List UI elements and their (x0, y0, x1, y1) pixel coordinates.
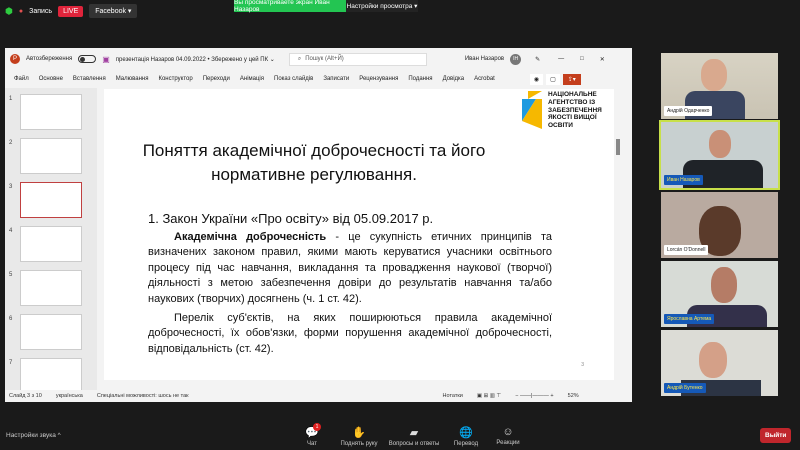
slide-heading: 1. Закон України «Про освіту» від 05.09.… (148, 211, 434, 226)
slide-thumbnail-selected[interactable] (20, 182, 82, 218)
tab-home[interactable]: Основне (34, 76, 68, 82)
participant-video[interactable]: Андрій Одарченко (661, 53, 778, 119)
participant-name: Андрій Одарченко (664, 106, 713, 116)
tab-draw[interactable]: Малювання (111, 76, 154, 82)
save-icon[interactable]: ▣ (102, 55, 110, 64)
tab-transitions[interactable]: Переходи (198, 76, 235, 82)
thumb-number: 5 (9, 272, 13, 278)
hand-icon: ✋ (352, 427, 366, 439)
thumb-number: 2 (9, 140, 13, 146)
participant-video[interactable]: Lorcán O'Donnell (661, 192, 778, 258)
participant-video[interactable]: Ярославна Артема (661, 261, 778, 327)
powerpoint-icon: P (10, 54, 20, 64)
naqa-logo: НАЦІОНАЛЬНЕ АГЕНТСТВО ІЗ ЗАБЕЗПЕЧЕННЯ ЯК… (522, 91, 614, 130)
notes-button[interactable]: Нотатки (443, 393, 463, 399)
search-icon: ⌕ (297, 55, 302, 62)
ribbon-tabs: Файл Основне Вставлення Малювання Констр… (5, 70, 632, 88)
logo-icon (522, 91, 542, 130)
globe-icon: 🌐 (459, 427, 473, 439)
accessibility-status[interactable]: Спеціальні можливості: шось не так (97, 393, 189, 399)
slide-thumbnail[interactable] (20, 270, 82, 306)
avatar[interactable]: ІН (510, 53, 522, 65)
live-badge: LIVE (58, 5, 84, 17)
tab-design[interactable]: Конструктор (153, 76, 197, 82)
thumb-number: 4 (9, 228, 13, 234)
slide-thumbnails: 1 2 3 4 5 6 7 (5, 88, 97, 394)
tab-help[interactable]: Довідка (438, 76, 470, 82)
participant-name: Андрій Бутенко (664, 383, 706, 393)
paragraph-2: Перелік суб'єктів, на яких поширюються п… (148, 311, 552, 355)
slide-canvas[interactable]: НАЦІОНАЛЬНЕ АГЕНТСТВО ІЗ ЗАБЕЗПЕЧЕННЯ ЯК… (104, 89, 622, 380)
thumb-number: 6 (9, 316, 13, 322)
share-banner: Вы просматриваете экран Иван Назаров Нас… (234, 0, 418, 13)
participant-name: Lorcán O'Donnell (664, 245, 709, 255)
record-label: Запись (29, 7, 53, 15)
powerpoint-window: P Автозбереження ▣ презентація Назаров 0… (5, 48, 632, 402)
record-button[interactable]: ◉ (529, 73, 544, 85)
tab-view[interactable]: Подання (403, 76, 437, 82)
vertical-scrollbar[interactable] (614, 89, 622, 380)
tab-file[interactable]: Файл (9, 76, 34, 82)
slide-thumbnail[interactable] (20, 358, 82, 394)
sharing-notice: Вы просматриваете экран Иван Назаров (234, 0, 346, 13)
translate-button[interactable]: 🌐 Перевод (448, 426, 484, 447)
term: Академічна доброчесність (174, 231, 327, 243)
meeting-toolbar: Настройки звука ^ 💬 Чат 1 ✋ Поднять руку ▰… (0, 420, 800, 450)
slide-thumbnail[interactable] (20, 138, 82, 174)
tab-acrobat[interactable]: Acrobat (469, 76, 500, 82)
autosave-toggle[interactable] (78, 55, 97, 63)
slide-page-number: 3 (581, 362, 584, 368)
slide-title: Поняття академічної доброчесності та йог… (142, 141, 486, 184)
qa-icon: ▰ (409, 427, 419, 439)
meeting-status-bar: ⬢ ● Запись LIVE Facebook ▾ (5, 4, 138, 18)
reactions-button[interactable]: ☺ Реакции (490, 426, 526, 446)
share-button[interactable]: ⇪▾ (562, 73, 581, 85)
normal-view-icon[interactable]: ▣ ⊞ ▥ ⊤ (477, 393, 501, 399)
zoom-slider[interactable]: − ——|——— + (515, 393, 553, 399)
autosave-label: Автозбереження (26, 56, 73, 62)
user-name: Иван Назаров (464, 56, 505, 62)
status-bar: Слайд 3 з 10 українська Спеціальні можли… (5, 390, 632, 402)
view-options-button[interactable]: Настройки просмотра ▾ (346, 0, 418, 12)
maximize-button[interactable]: □ (580, 56, 584, 62)
thumb-number: 3 (9, 184, 13, 190)
stream-dropdown[interactable]: Facebook ▾ (89, 4, 138, 18)
tab-slideshow[interactable]: Показ слайдів (269, 76, 318, 82)
qa-button[interactable]: ▰ Вопросы и ответы (384, 426, 444, 447)
raise-hand-button[interactable]: ✋ Поднять руку (336, 426, 382, 447)
tab-review[interactable]: Рецензування (354, 76, 403, 82)
chat-button[interactable]: 💬 Чат 1 (300, 423, 324, 447)
audio-settings-button[interactable]: Настройки звука ^ (6, 432, 61, 439)
tab-insert[interactable]: Вставлення (68, 76, 111, 82)
shield-icon: ⬢ (5, 5, 13, 16)
slide-thumbnail[interactable] (20, 226, 82, 262)
participant-video[interactable]: Андрій Бутенко (661, 330, 778, 396)
slide-counter: Слайд 3 з 10 (9, 393, 42, 399)
thumb-number: 1 (9, 96, 13, 102)
leave-button[interactable]: Выйти (760, 428, 792, 443)
participant-name: Ярославна Артема (664, 314, 715, 324)
slide-thumbnail[interactable] (20, 314, 82, 350)
file-name[interactable]: презентація Назаров 04.09.2022 • Збереже… (116, 56, 275, 63)
language[interactable]: українська (56, 393, 83, 399)
title-bar: P Автозбереження ▣ презентація Назаров 0… (5, 48, 632, 70)
chat-badge: 1 (313, 423, 321, 431)
zoom-level[interactable]: 52% (568, 393, 579, 399)
comments-button[interactable]: ▢ (546, 73, 560, 85)
close-button[interactable]: ✕ (600, 56, 605, 63)
search-input[interactable]: ⌕ Пошук (Alt+Й) (288, 52, 427, 66)
tab-record[interactable]: Записати (318, 76, 354, 82)
thumb-number: 7 (9, 360, 13, 366)
minimize-button[interactable]: — (558, 56, 564, 62)
emoji-icon: ☺ (502, 426, 514, 438)
pen-icon[interactable]: ✎ (535, 56, 540, 63)
slide-thumbnail[interactable] (20, 94, 82, 130)
record-icon: ● (18, 7, 24, 15)
participant-name: Иван Назаров (664, 175, 703, 185)
slide-body: Академічна доброчесність - це сукупність… (148, 230, 552, 357)
participant-video-active-speaker[interactable]: Иван Назаров (659, 120, 780, 190)
tab-animations[interactable]: Анімація (235, 76, 269, 82)
